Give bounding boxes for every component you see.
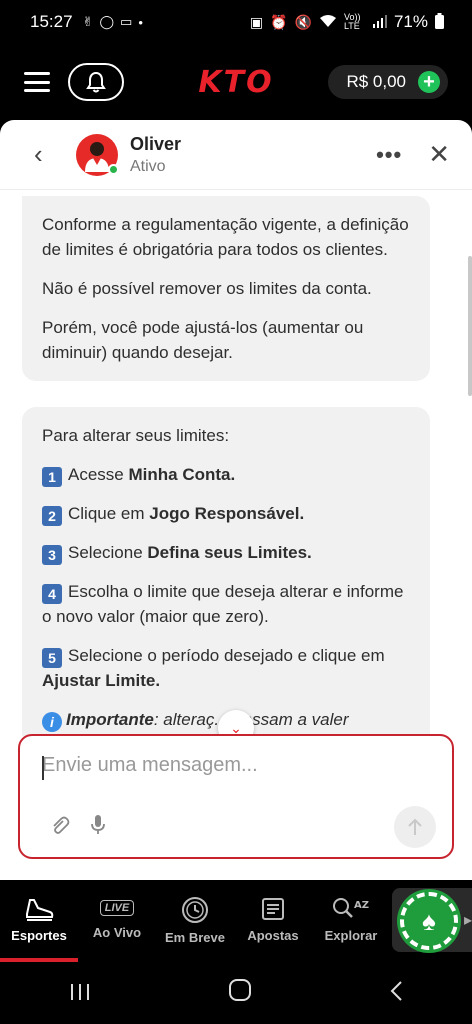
status-bar: 15:27 ✌ ◯ ▭ • ▣ ⏰ 🔇 Vo)) LTE 71% <box>0 0 472 44</box>
betslip-icon <box>262 898 284 920</box>
nav-label: Esportes <box>11 928 67 943</box>
dot-icon: • <box>138 14 143 30</box>
gesture-icon: ✌ <box>82 14 94 29</box>
search-az-icon: AZ <box>333 898 369 918</box>
svg-text:AZ: AZ <box>354 900 369 911</box>
more-options-icon[interactable]: ••• <box>376 142 402 168</box>
step-item: 1 Acesse Minha Conta. <box>42 462 410 487</box>
attach-icon[interactable] <box>50 816 70 841</box>
battery-percent: 71% <box>393 12 428 31</box>
microphone-icon[interactable] <box>90 814 106 841</box>
bottom-navigation: Esportes LIVE Ao Vivo Em Breve Apostas A… <box>0 880 472 962</box>
nav-esportes[interactable]: Esportes <box>0 880 78 962</box>
add-funds-icon[interactable]: + <box>418 71 440 93</box>
home-icon[interactable] <box>228 978 252 1009</box>
chat-panel: ‹ Oliver Ativo ••• ✕ Conforme a regulame… <box>0 120 472 880</box>
casino-chip-icon: ♠ <box>400 892 458 950</box>
nav-em-breve[interactable]: Em Breve <box>156 880 234 962</box>
mute-icon: 🔇 <box>294 13 312 30</box>
recent-apps-icon[interactable] <box>69 978 91 1009</box>
agent-avatar <box>76 133 119 176</box>
message-composer <box>18 734 454 859</box>
info-icon: i <box>42 712 62 732</box>
step-item: 5 Selecione o período desejado e clique e… <box>42 646 385 690</box>
wifi-icon <box>319 14 337 31</box>
online-indicator <box>108 163 119 175</box>
nav-label: Ao Vivo <box>92 925 142 940</box>
whatsapp-icon: ◯ <box>99 14 115 29</box>
notifications-button[interactable] <box>68 63 124 101</box>
agent-name: Oliver <box>130 133 182 154</box>
menu-icon[interactable] <box>24 72 50 92</box>
step-item: 2 Clique em Jogo Responsável. <box>42 501 410 526</box>
back-chevron-icon[interactable]: ‹ <box>34 139 54 170</box>
nav-label: Explorar <box>324 928 378 943</box>
nav-explorar[interactable]: AZ Explorar <box>312 880 390 962</box>
kto-logo[interactable]: KTO <box>198 65 273 100</box>
step-item: 3 Selecione Defina seus Limites. <box>42 540 410 565</box>
keycap-5-icon: 5 <box>42 648 62 668</box>
alarm-icon: ⏰ <box>270 13 288 30</box>
live-icon: LIVE <box>99 900 135 916</box>
back-icon[interactable] <box>389 978 403 1009</box>
casino-button[interactable]: ♠ ▸ <box>392 880 472 962</box>
keycap-3-icon: 3 <box>42 545 62 565</box>
network-text: Vo)) LTE <box>343 12 361 31</box>
close-icon[interactable]: ✕ <box>428 139 450 170</box>
scrollbar[interactable] <box>468 256 472 396</box>
sneaker-icon <box>26 899 54 921</box>
lock-icon: ▣ <box>249 13 264 30</box>
message-list[interactable]: Conforme a regulamentação vigente, a def… <box>0 191 472 736</box>
chat-actions: ••• ✕ <box>376 139 450 170</box>
send-button[interactable] <box>394 806 436 848</box>
system-navigation <box>0 962 472 1024</box>
balance-button[interactable]: R$ 0,00 + <box>328 65 448 99</box>
message-paragraph: Porém, você pode ajustá-los (aumentar ou… <box>42 318 364 362</box>
screen: 15:27 ✌ ◯ ▭ • ▣ ⏰ 🔇 Vo)) LTE 71% KTO R$ … <box>0 0 472 1024</box>
agent-message: Conforme a regulamentação vigente, a def… <box>22 196 430 381</box>
notification-icons: ✌ ◯ ▭ • <box>83 14 143 30</box>
nav-apostas[interactable]: Apostas <box>234 880 312 962</box>
app-icon: ▭ <box>120 14 133 29</box>
battery-icon <box>435 12 444 32</box>
app-header: KTO R$ 0,00 + <box>0 44 472 120</box>
agent-message: Para alterar seus limites: 1 Acesse Minha… <box>22 407 430 736</box>
agent-status: Ativo <box>130 157 166 175</box>
balance-amount: R$ 0,00 <box>346 72 406 91</box>
keycap-4-icon: 4 <box>42 584 62 604</box>
text-cursor <box>42 756 44 780</box>
arrow-up-icon <box>408 818 422 835</box>
chevron-right-icon: ▸ <box>463 912 472 929</box>
bell-icon <box>86 71 106 93</box>
message-paragraph: Conforme a regulamentação vigente, a def… <box>42 215 409 259</box>
system-icons: ▣ ⏰ 🔇 Vo)) LTE 71% <box>250 12 444 32</box>
message-paragraph: Não é possível remover os limites da con… <box>42 279 372 298</box>
keycap-2-icon: 2 <box>42 506 62 526</box>
nav-label: Apostas <box>247 928 299 943</box>
agent-info: Oliver Ativo <box>130 134 181 176</box>
clock-icon <box>182 897 208 923</box>
status-time: 15:27 <box>30 12 73 31</box>
step-item: 4 Escolha o limite que deseja alterar e i… <box>42 582 404 626</box>
nav-ao-vivo[interactable]: LIVE Ao Vivo <box>78 880 156 962</box>
message-input[interactable] <box>42 754 432 777</box>
nav-label: Em Breve <box>165 930 225 945</box>
keycap-1-icon: 1 <box>42 467 62 487</box>
message-intro: Para alterar seus limites: <box>42 426 230 445</box>
signal-icon <box>372 14 387 31</box>
chat-header: ‹ Oliver Ativo ••• ✕ <box>0 120 472 190</box>
